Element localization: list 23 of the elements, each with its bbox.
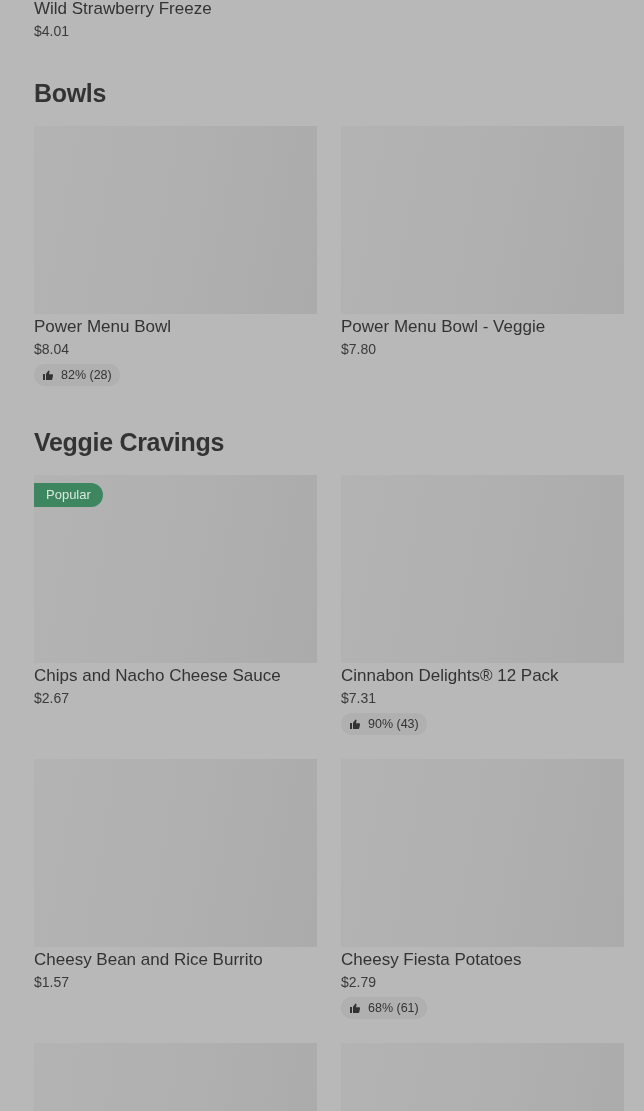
item-title[interactable]: Cheesy Fiesta Potatoes — [341, 949, 624, 971]
popular-badge: Popular — [34, 483, 103, 507]
thumbs-up-icon — [42, 369, 54, 381]
item-price: $2.79 — [341, 973, 378, 992]
item-price: $7.31 — [341, 689, 378, 708]
rating-text: 90% (43) — [368, 717, 419, 731]
item-title[interactable]: Power Menu Bowl — [34, 316, 317, 338]
item-title[interactable]: Chips and Nacho Cheese Sauce — [34, 665, 317, 687]
rating-text: 82% (28) — [61, 368, 112, 382]
thumbs-up-icon — [349, 1002, 361, 1014]
thumbs-up-icon — [349, 718, 361, 730]
item-title: Wild Strawberry Freeze — [34, 0, 213, 20]
rating-text: 68% (61) — [368, 1001, 419, 1015]
item-price: $1.57 — [34, 973, 71, 992]
section-heading: Bowls — [34, 78, 108, 109]
section-heading: Veggie Cravings — [34, 427, 226, 458]
item-title[interactable]: Power Menu Bowl - Veggie — [341, 316, 624, 338]
item-price: $4.01 — [34, 22, 71, 41]
item-price: $7.80 — [341, 340, 378, 359]
item-title[interactable]: Cheesy Bean and Rice Burrito — [34, 949, 317, 971]
item-title[interactable]: Cinnabon Delights® 12 Pack — [341, 665, 624, 687]
item-price: $2.67 — [34, 689, 71, 708]
item-price: $8.04 — [34, 340, 71, 359]
